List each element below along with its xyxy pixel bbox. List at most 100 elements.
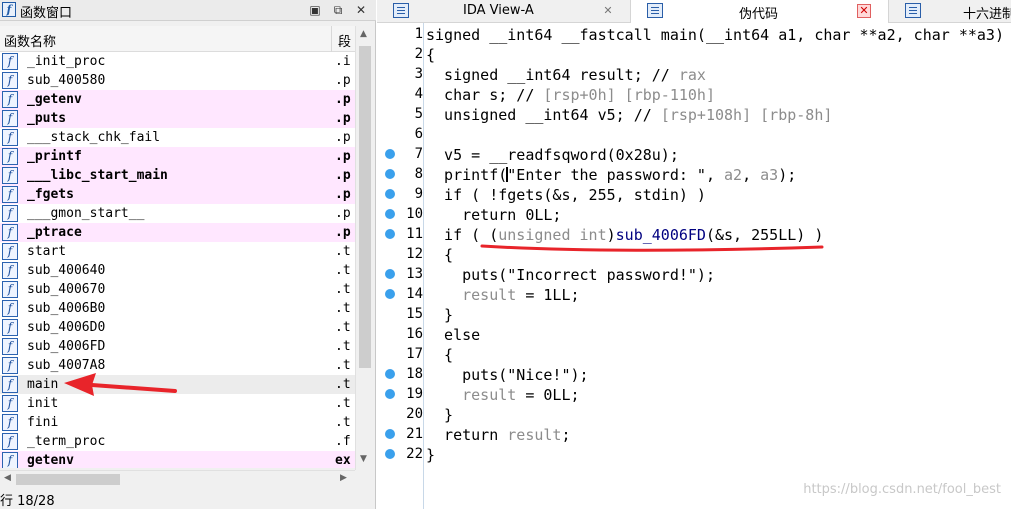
function-row[interactable]: f _term_proc .f — [0, 432, 355, 451]
code-line[interactable]: 8 printf("Enter the password: ", a2, a3)… — [377, 165, 1011, 185]
code-text[interactable]: puts("Nice!"); — [426, 366, 588, 384]
code-line[interactable]: 12 { — [377, 245, 1011, 265]
line-number: 11 — [406, 226, 423, 242]
pseudocode-editor[interactable]: 1 signed __int64 __fastcall main(__int64 … — [377, 25, 1011, 465]
function-row[interactable]: f _printf .p — [0, 147, 355, 166]
code-line[interactable]: 21 return result; — [377, 425, 1011, 445]
code-text[interactable]: char s; // [rsp+0h] [rbp-110h] — [426, 86, 715, 104]
code-line[interactable]: 5 unsigned __int64 v5; // [rsp+108h] [rb… — [377, 105, 1011, 125]
column-segment[interactable]: 段 — [338, 31, 351, 50]
code-text[interactable]: signed __int64 __fastcall main(__int64 a… — [426, 26, 1004, 44]
function-row[interactable]: f sub_4006D0 .t — [0, 318, 355, 337]
code-text[interactable]: result = 0LL; — [426, 386, 579, 404]
breakpoint-dot-icon[interactable] — [385, 209, 395, 219]
breakpoint-dot-icon[interactable] — [385, 429, 395, 439]
function-row[interactable]: f sub_4007A8 .t — [0, 356, 355, 375]
breakpoint-dot-icon[interactable] — [385, 449, 395, 459]
line-number: 9 — [414, 186, 423, 202]
code-text[interactable]: else — [426, 326, 480, 344]
restore-icon[interactable]: ▣ — [306, 1, 324, 19]
function-row[interactable]: f getenv ex — [0, 451, 355, 468]
code-line[interactable]: 17 { — [377, 345, 1011, 365]
scroll-left-icon[interactable]: ◀ — [4, 473, 11, 483]
scroll-right-icon[interactable]: ▶ — [340, 473, 347, 483]
code-text[interactable]: result = 1LL; — [426, 286, 579, 304]
function-row[interactable]: f fini .t — [0, 413, 355, 432]
code-text[interactable]: } — [426, 306, 453, 324]
code-line[interactable]: 2{ — [377, 45, 1011, 65]
function-row[interactable]: f _fgets .p — [0, 185, 355, 204]
code-line[interactable]: 3 signed __int64 result; // rax — [377, 65, 1011, 85]
breakpoint-dot-icon[interactable] — [385, 189, 395, 199]
code-text[interactable]: printf("Enter the password: ", a2, a3); — [426, 166, 796, 184]
function-row[interactable]: f ___libc_start_main .p — [0, 166, 355, 185]
code-line[interactable]: 15 } — [377, 305, 1011, 325]
breakpoint-dot-icon[interactable] — [385, 229, 395, 239]
function-row[interactable]: f ___stack_chk_fail .p — [0, 128, 355, 147]
code-line[interactable]: 14 result = 1LL; — [377, 285, 1011, 305]
code-line[interactable]: 1 signed __int64 __fastcall main(__int64 … — [377, 25, 1011, 45]
function-row[interactable]: f _puts .p — [0, 109, 355, 128]
code-line[interactable]: 20 } — [377, 405, 1011, 425]
horizontal-scroll-thumb[interactable] — [16, 474, 120, 485]
close-icon[interactable]: ✕ — [352, 1, 370, 19]
breakpoint-dot-icon[interactable] — [385, 169, 395, 179]
tab-hex-view[interactable]: 十六进制 — [889, 0, 1011, 23]
code-line[interactable]: 18 puts("Nice!"); — [377, 365, 1011, 385]
tab-ida-view-a[interactable]: IDA View-A ✕ — [377, 0, 631, 23]
code-line[interactable]: 7 v5 = __readfsqword(0x28u); — [377, 145, 1011, 165]
code-text[interactable]: if ( (unsigned int)sub_4006FD(&s, 255LL)… — [426, 226, 823, 244]
function-row[interactable]: f sub_400670 .t — [0, 280, 355, 299]
function-icon: f — [2, 224, 18, 241]
code-text[interactable]: signed __int64 result; // rax — [426, 66, 706, 84]
breakpoint-dot-icon[interactable] — [385, 289, 395, 299]
code-line[interactable]: 4 char s; // [rsp+0h] [rbp-110h] — [377, 85, 1011, 105]
code-text[interactable]: { — [426, 246, 453, 264]
tab-pseudocode[interactable]: 伪代码 ✕ — [631, 0, 889, 23]
code-line[interactable]: 22} — [377, 445, 1011, 465]
function-row[interactable]: f sub_4006B0 .t — [0, 299, 355, 318]
function-row[interactable]: f sub_400580 .p — [0, 71, 355, 90]
horizontal-scrollbar[interactable]: ◀ ▶ — [0, 470, 355, 487]
code-line[interactable]: 19 result = 0LL; — [377, 385, 1011, 405]
function-row[interactable]: f init .t — [0, 394, 355, 413]
function-segment: .i — [335, 54, 351, 69]
code-line[interactable]: 11 if ( (unsigned int)sub_4006FD(&s, 255… — [377, 225, 1011, 245]
code-text[interactable]: v5 = __readfsqword(0x28u); — [426, 146, 679, 164]
code-text[interactable]: unsigned __int64 v5; // [rsp+108h] [rbp-… — [426, 106, 832, 124]
function-row[interactable]: f _getenv .p — [0, 90, 355, 109]
code-line[interactable]: 10 return 0LL; — [377, 205, 1011, 225]
breakpoint-dot-icon[interactable] — [385, 269, 395, 279]
function-row[interactable]: f _init_proc .i — [0, 52, 355, 71]
code-text[interactable]: { — [426, 46, 435, 64]
breakpoint-dot-icon[interactable] — [385, 149, 395, 159]
scroll-up-icon[interactable]: ▲ — [360, 29, 367, 39]
function-row[interactable]: f sub_400640 .t — [0, 261, 355, 280]
function-row[interactable]: f ___gmon_start__ .p — [0, 204, 355, 223]
code-text[interactable]: return result; — [426, 426, 570, 444]
vertical-scrollbar[interactable]: ▲ ▼ — [355, 26, 374, 470]
tab-close-icon[interactable]: ✕ — [857, 4, 871, 18]
code-text[interactable]: if ( !fgets(&s, 255, stdin) ) — [426, 186, 706, 204]
vertical-scroll-thumb[interactable] — [359, 46, 371, 368]
function-row[interactable]: f main .t — [0, 375, 355, 394]
scroll-down-icon[interactable]: ▼ — [360, 454, 367, 464]
code-line[interactable]: 16 else — [377, 325, 1011, 345]
breakpoint-dot-icon[interactable] — [385, 389, 395, 399]
float-icon[interactable]: ⧉ — [329, 1, 347, 19]
code-text[interactable]: } — [426, 406, 453, 424]
breakpoint-dot-icon[interactable] — [385, 369, 395, 379]
code-text[interactable]: return 0LL; — [426, 206, 561, 224]
code-text[interactable]: { — [426, 346, 453, 364]
column-divider[interactable] — [331, 26, 332, 52]
column-function-name[interactable]: 函数名称 — [4, 31, 56, 50]
code-line[interactable]: 6 — [377, 125, 1011, 145]
code-text[interactable]: puts("Incorrect password!"); — [426, 266, 715, 284]
function-row[interactable]: f sub_4006FD .t — [0, 337, 355, 356]
code-line[interactable]: 9 if ( !fgets(&s, 255, stdin) ) — [377, 185, 1011, 205]
function-row[interactable]: f start .t — [0, 242, 355, 261]
tab-close-icon[interactable]: ✕ — [601, 4, 615, 18]
code-text[interactable]: } — [426, 446, 435, 464]
code-line[interactable]: 13 puts("Incorrect password!"); — [377, 265, 1011, 285]
function-row[interactable]: f _ptrace .p — [0, 223, 355, 242]
